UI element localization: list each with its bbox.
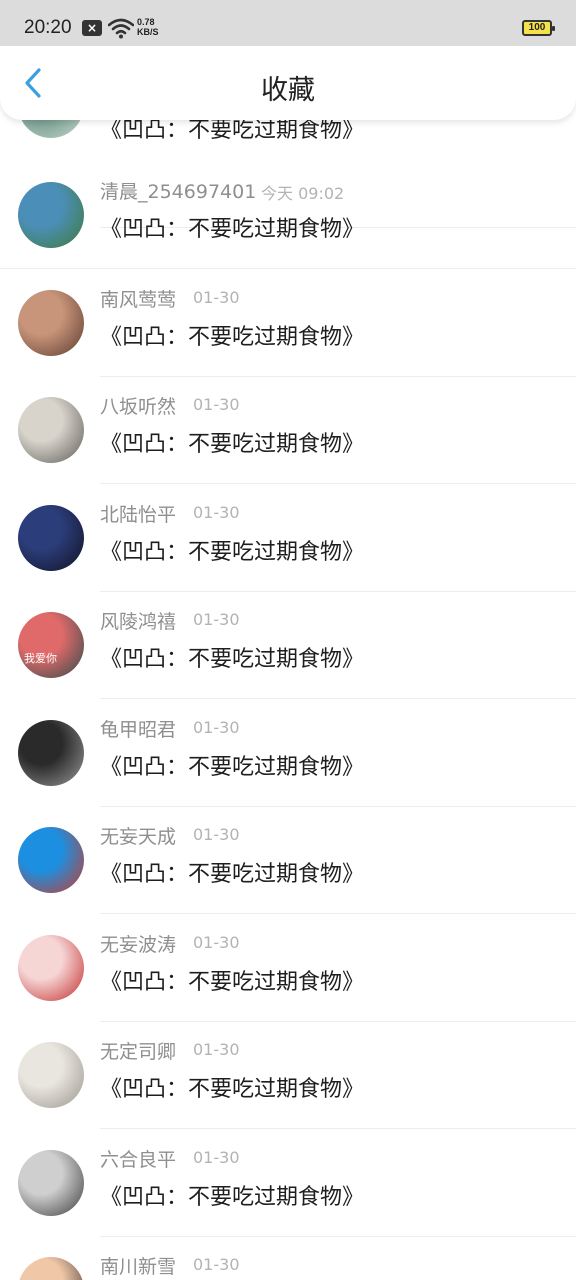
avatar-text: 我爱你: [24, 652, 57, 665]
post-title[interactable]: 《凹凸：不要吃过期食物》: [100, 211, 364, 243]
post-title[interactable]: 《凹凸：不要吃过期食物》: [100, 534, 364, 566]
status-bar: 20:20 × 0.78 KB/S 100: [0, 0, 576, 46]
post-title[interactable]: 《凹凸：不要吃过期食物》: [100, 319, 364, 351]
post-title[interactable]: 《凹凸：不要吃过期食物》: [100, 1071, 364, 1103]
network-speed-value: 0.78: [137, 17, 155, 27]
timestamp: 01-30: [193, 610, 240, 629]
list-item[interactable]: 无妄天成 01-30 《凹凸：不要吃过期食物》: [0, 806, 576, 914]
timestamp: 01-30: [193, 825, 240, 844]
post-title[interactable]: 《凹凸：不要吃过期食物》: [100, 749, 364, 781]
close-notification-icon: ×: [82, 20, 102, 36]
username[interactable]: 无妄波涛: [100, 930, 176, 957]
username[interactable]: 六合良平: [100, 1145, 176, 1172]
username[interactable]: 风陵鸿禧: [100, 607, 176, 634]
favorites-screen: 20:20 × 0.78 KB/S 100 《凹凸：不要吃过期食物》 清晨_254…: [0, 0, 576, 1280]
page-title: 收藏: [261, 75, 315, 106]
list-item[interactable]: 无妄波涛 01-30 《凹凸：不要吃过期食物》: [0, 914, 576, 1022]
username[interactable]: 龟甲昭君: [100, 715, 176, 742]
wifi-icon: [108, 18, 134, 39]
status-time: 20:20: [24, 17, 72, 38]
username[interactable]: 无妄天成: [100, 822, 176, 849]
header: 收藏: [0, 46, 576, 120]
timestamp: 01-30: [193, 503, 240, 522]
list-item[interactable]: 无定司卿 01-30 《凹凸：不要吃过期食物》: [0, 1021, 576, 1129]
list-item[interactable]: 南川新雪 01-30: [0, 1236, 576, 1280]
username[interactable]: 北陆怡平: [100, 500, 176, 527]
battery-icon: 100: [522, 20, 555, 36]
list-item[interactable]: 龟甲昭君 01-30 《凹凸：不要吃过期食物》: [0, 699, 576, 807]
post-title[interactable]: 《凹凸：不要吃过期食物》: [100, 641, 364, 673]
username[interactable]: 八坂听然: [100, 392, 176, 419]
username[interactable]: 南川新雪: [100, 1252, 176, 1279]
avatar[interactable]: [18, 182, 84, 248]
timestamp: 01-30: [193, 1148, 240, 1167]
avatar[interactable]: [18, 397, 84, 463]
avatar[interactable]: [18, 1257, 84, 1280]
avatar[interactable]: [18, 935, 84, 1001]
post-title[interactable]: 《凹凸：不要吃过期食物》: [100, 964, 364, 996]
avatar[interactable]: [18, 505, 84, 571]
post-title[interactable]: 《凹凸：不要吃过期食物》: [100, 1179, 364, 1211]
post-title[interactable]: 《凹凸：不要吃过期食物》: [100, 426, 364, 458]
timestamp: 01-30: [193, 718, 240, 737]
timestamp: 01-30: [193, 288, 240, 307]
timestamp: 今天 09:02: [261, 184, 345, 203]
list-item[interactable]: 八坂听然 01-30 《凹凸：不要吃过期食物》: [0, 376, 576, 484]
list-item[interactable]: 南风莺莺 01-30 《凹凸：不要吃过期食物》: [0, 269, 576, 377]
list-item[interactable]: 我爱你 风陵鸿禧 01-30 《凹凸：不要吃过期食物》: [0, 591, 576, 699]
avatar[interactable]: [18, 290, 84, 356]
list-item[interactable]: 北陆怡平 01-30 《凹凸：不要吃过期食物》: [0, 484, 576, 592]
list-item[interactable]: 六合良平 01-30 《凹凸：不要吃过期食物》: [0, 1129, 576, 1237]
timestamp: 01-30: [193, 933, 240, 952]
avatar[interactable]: 我爱你: [18, 612, 84, 678]
avatar[interactable]: [18, 1042, 84, 1108]
timestamp: 01-30: [193, 1040, 240, 1059]
username[interactable]: 清晨_254697401: [100, 177, 256, 204]
post-title[interactable]: 《凹凸：不要吃过期食物》: [100, 856, 364, 888]
avatar[interactable]: [18, 720, 84, 786]
network-speed: 0.78 KB/S: [137, 17, 159, 37]
timestamp: 01-30: [193, 1255, 240, 1274]
username[interactable]: 南风莺莺: [100, 285, 176, 312]
list-item[interactable]: 清晨_254697401 今天 09:02 《凹凸：不要吃过期食物》: [0, 161, 576, 269]
avatar[interactable]: [18, 1150, 84, 1216]
network-speed-unit: KB/S: [137, 27, 159, 37]
avatar[interactable]: [18, 827, 84, 893]
timestamp: 01-30: [193, 395, 240, 414]
username[interactable]: 无定司卿: [100, 1037, 176, 1064]
